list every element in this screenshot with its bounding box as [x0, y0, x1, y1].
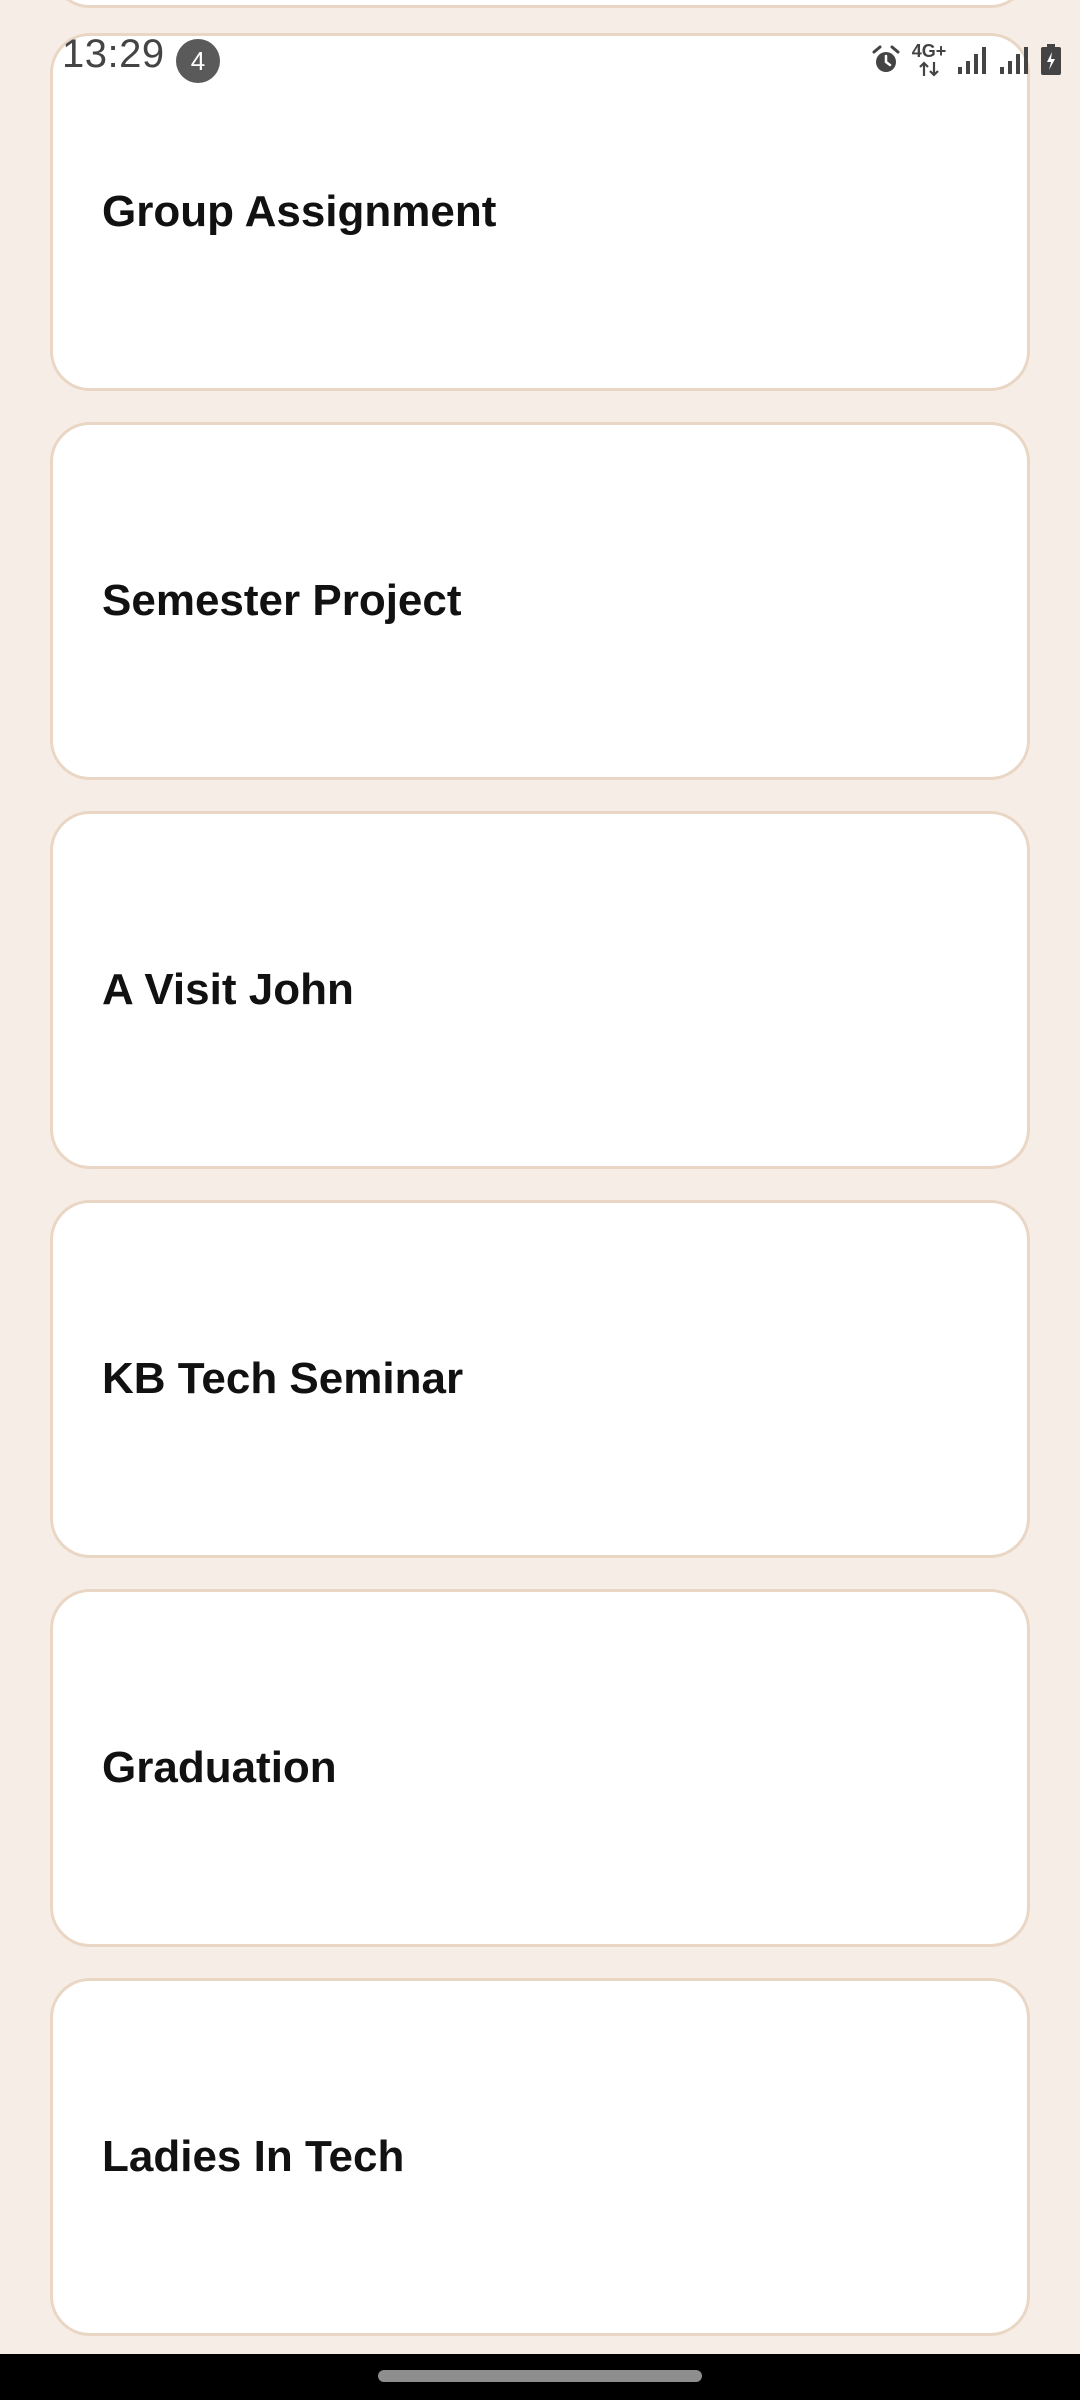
list-card[interactable]: Graduation — [50, 1589, 1030, 1947]
card-title: A Visit John — [102, 965, 354, 1014]
status-icons: 4G+ — [870, 40, 1062, 80]
card-title: Graduation — [102, 1743, 337, 1792]
list-card[interactable]: KB Tech Seminar — [50, 1200, 1030, 1558]
network-4g-plus-icon: 4G+ — [912, 42, 946, 78]
card-title: Group Assignment — [102, 187, 497, 236]
card-title: Semester Project — [102, 576, 462, 625]
list-card[interactable]: A Visit John — [50, 811, 1030, 1169]
status-bar: 13:29 4 4G+ — [0, 0, 1080, 120]
card-title: KB Tech Seminar — [102, 1354, 464, 1403]
card-title: Ladies In Tech — [102, 2132, 405, 2181]
alarm-icon — [870, 44, 902, 76]
notification-count-badge: 4 — [176, 39, 220, 83]
status-time: 13:29 — [62, 32, 165, 76]
signal-icon — [956, 45, 988, 75]
network-type-label: 4G+ — [911, 41, 947, 61]
list-card[interactable]: Semester Project — [50, 422, 1030, 780]
navigation-bar — [0, 2354, 1080, 2400]
home-gesture-handle[interactable] — [378, 2370, 702, 2382]
signal-icon — [998, 45, 1030, 75]
list-card[interactable]: Ladies In Tech — [50, 1978, 1030, 2336]
battery-charging-icon — [1040, 44, 1062, 76]
